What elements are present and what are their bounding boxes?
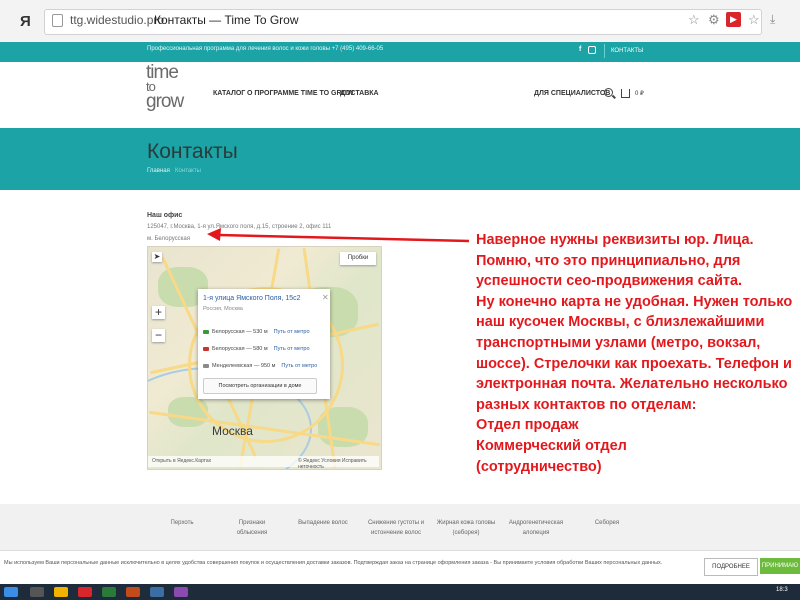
station-distance: — 530 м: [246, 329, 268, 335]
footer-link[interactable]: Снижение густоты и истончение волос: [363, 518, 429, 538]
map-footer: Открыть в Яндекс.Картах © Яндекс Условия…: [148, 456, 379, 470]
footer-link[interactable]: Перхоть: [152, 518, 212, 528]
metro-station-row: Белорусская — 530 м Путь от метро: [203, 329, 310, 335]
address-page-title: Контакты — Time To Grow: [154, 13, 299, 27]
windows-taskbar: [0, 584, 800, 600]
address-url[interactable]: ttg.widestudio.pro: [70, 13, 164, 27]
station-name: Белорусская: [212, 346, 245, 352]
nav-delivery[interactable]: ДОСТАВКА: [340, 90, 379, 97]
logo-line: grow: [146, 91, 184, 112]
cookie-text: Мы используем Ваши персональные данные и…: [4, 560, 663, 566]
download-icon[interactable]: ⤓: [770, 12, 775, 27]
lock-icon: [52, 14, 63, 27]
annotation-arrow: [207, 228, 470, 243]
page-title: Контакты: [147, 140, 238, 163]
taskbar-app-icon[interactable]: [30, 587, 44, 597]
metro-station-row: Белорусская — 580 м Путь от метро: [203, 346, 310, 352]
footer-link[interactable]: Себорея: [577, 518, 637, 528]
station-distance: — 580 м: [246, 346, 268, 352]
search-icon[interactable]: [604, 88, 613, 97]
instagram-icon[interactable]: [588, 46, 596, 54]
traffic-button[interactable]: Пробки: [340, 252, 376, 265]
breadcrumb-current: Контакты: [175, 168, 201, 174]
station-name: Менделеевская: [212, 363, 253, 369]
footer-link[interactable]: Выпадение волос: [293, 518, 353, 528]
settings-icon[interactable]: ⚙: [708, 12, 720, 28]
route-link[interactable]: Путь от метро: [274, 346, 310, 352]
bookmark-icon[interactable]: ☆: [748, 12, 760, 28]
route-link[interactable]: Путь от метро: [281, 363, 317, 369]
map-copyright[interactable]: © Яндекс Условия Исправить неточность: [298, 458, 379, 470]
star-icon[interactable]: ☆: [688, 12, 700, 28]
top-info-bar: [0, 42, 800, 62]
yandex-browser-logo[interactable]: Я: [20, 13, 31, 30]
footer-link[interactable]: Признаки облысения: [222, 518, 282, 538]
open-in-yandex-maps-link[interactable]: Открыть в Яндекс.Картах: [152, 458, 211, 464]
page-title-banner: [0, 128, 800, 190]
taskbar-app-icon[interactable]: [126, 587, 140, 597]
station-distance: — 950 м: [253, 363, 276, 369]
office-title: Наш офис: [147, 212, 183, 219]
taskbar-app-icon[interactable]: [150, 587, 164, 597]
metro-station-row: Менделеевская — 950 м Путь от метро: [203, 363, 317, 369]
popup-city: Россия, Москва: [203, 306, 243, 312]
cookie-banner: [0, 550, 800, 585]
cart-price[interactable]: 0 ₽: [635, 90, 644, 97]
nav-catalog[interactable]: КАТАЛОГ: [213, 90, 245, 97]
cookie-accept-button[interactable]: ПРИНИМАЮ: [760, 558, 800, 574]
cart-icon[interactable]: [621, 89, 630, 98]
geolocation-icon[interactable]: ➤: [152, 252, 162, 262]
footer-link[interactable]: Жирная кожа головы (себорея): [434, 518, 498, 538]
taskbar-app-icon[interactable]: [78, 587, 92, 597]
zoom-in-button[interactable]: +: [152, 306, 165, 319]
site-logo[interactable]: time to grow: [146, 63, 190, 112]
view-organizations-button[interactable]: Посмотреть организации в доме: [203, 378, 317, 394]
breadcrumb-home[interactable]: Главная: [147, 168, 170, 174]
taskbar-app-icon[interactable]: [174, 587, 188, 597]
footer-link[interactable]: Андрогенетическая алопеция: [503, 518, 569, 538]
zoom-out-button[interactable]: −: [152, 329, 165, 342]
close-icon[interactable]: ✕: [322, 293, 329, 302]
map-city-label: Москва: [212, 424, 253, 438]
cookie-more-button[interactable]: ПОДРОБНЕЕ: [704, 558, 758, 576]
popup-address[interactable]: 1-я улица Ямского Поля, 15с2: [203, 295, 301, 302]
station-name: Белорусская: [212, 329, 245, 335]
extension-icon[interactable]: ▶: [726, 12, 741, 27]
metro-icon: [203, 329, 209, 334]
taskbar-app-icon[interactable]: [54, 587, 68, 597]
taskbar-app-icon[interactable]: [102, 587, 116, 597]
nav-about-program[interactable]: О ПРОГРАММЕ TIME TO GROW: [247, 90, 354, 97]
top-contacts-link[interactable]: КОНТАКТЫ: [604, 44, 649, 58]
start-icon[interactable]: [4, 587, 18, 597]
annotation-note: Наверное нужны реквизиты юр. Лица. Помню…: [476, 232, 793, 475]
top-bar-phone-text: Профессиональная программа для лечения в…: [147, 46, 384, 52]
office-metro: м. Белорусская: [147, 236, 190, 242]
taskbar-clock: 18:3: [776, 587, 788, 593]
route-link[interactable]: Путь от метро: [274, 329, 310, 335]
nav-for-specialists[interactable]: ДЛЯ СПЕЦИАЛИСТОВ: [534, 90, 610, 97]
metro-icon: [203, 346, 209, 351]
facebook-icon[interactable]: f: [579, 46, 581, 53]
metro-icon: [203, 363, 209, 368]
